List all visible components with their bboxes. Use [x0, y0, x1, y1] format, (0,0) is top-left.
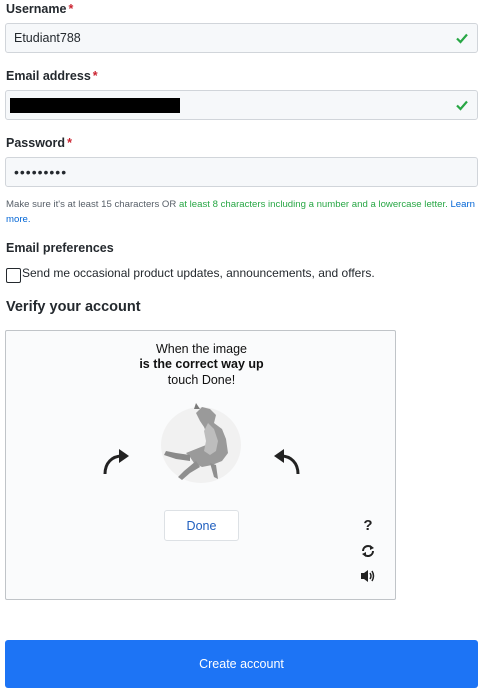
password-label: Password *	[6, 136, 72, 150]
captcha-instruction-2: is the correct way up	[139, 357, 264, 371]
password-hint: Make sure it's at least 15 characters OR…	[6, 197, 480, 227]
rotate-left-arrow-icon[interactable]	[100, 445, 132, 475]
password-masked-value[interactable]: •••••••••	[14, 164, 67, 180]
username-input[interactable]	[6, 24, 446, 52]
done-button[interactable]: Done	[164, 510, 239, 541]
audio-icon[interactable]	[360, 568, 376, 584]
updates-checkbox-label[interactable]: Send me occasional product updates, anno…	[22, 266, 375, 280]
hint-text: Make sure it's at least 15 characters OR	[6, 199, 179, 210]
email-preferences-heading: Email preferences	[6, 241, 114, 255]
hint-requirement: at least 8 characters including a number…	[179, 199, 448, 210]
password-field[interactable]: •••••••••	[5, 157, 478, 187]
rotate-right-arrow-icon[interactable]	[271, 445, 303, 475]
captcha-instruction-3: touch Done!	[167, 373, 236, 387]
redacted-email-value	[10, 98, 180, 113]
email-field[interactable]	[5, 90, 478, 120]
verify-title: Verify your account	[6, 299, 141, 315]
email-label: Email address *	[6, 69, 98, 83]
captcha-panel: When the image is the correct way up tou…	[5, 330, 396, 600]
captcha-animal-image	[161, 403, 241, 483]
username-field[interactable]	[5, 23, 478, 53]
refresh-icon[interactable]	[360, 543, 376, 559]
check-icon	[456, 33, 468, 44]
updates-checkbox[interactable]	[6, 268, 21, 283]
check-icon	[456, 100, 468, 111]
create-account-button[interactable]: Create account	[5, 640, 478, 688]
username-label: Username *	[6, 2, 74, 16]
captcha-instruction-1: When the image	[155, 342, 248, 356]
help-icon[interactable]: ?	[360, 517, 376, 534]
